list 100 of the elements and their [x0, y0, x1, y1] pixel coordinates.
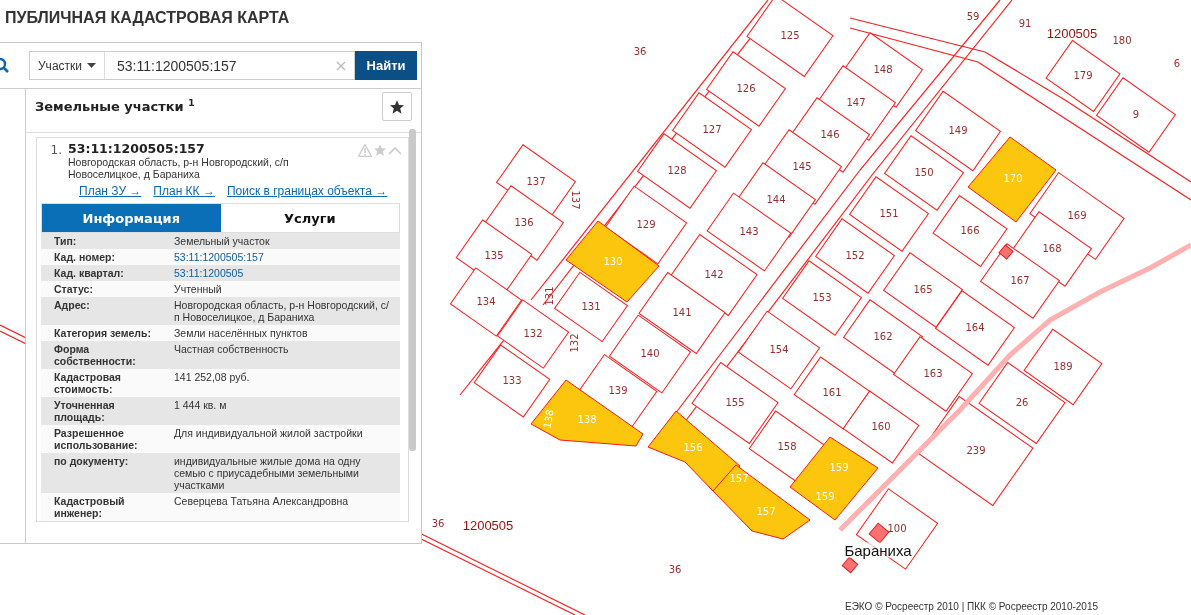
- parcel-number: 36: [431, 519, 445, 529]
- parcel-number: 59: [966, 12, 980, 22]
- parcel-number: 239: [966, 446, 986, 456]
- parcel-number: 136: [514, 218, 534, 228]
- tab[interactable]: Информация: [42, 204, 221, 232]
- app-title: ПУБЛИЧНАЯ КАДАСТРОВАЯ КАРТА: [5, 9, 290, 27]
- block-number: 1200505: [462, 518, 514, 532]
- parcel-number: 168: [1042, 244, 1062, 254]
- parcel-number: 161: [822, 388, 842, 398]
- parcel-number: 160: [871, 422, 891, 432]
- parcel-number: 167: [1010, 276, 1030, 286]
- parcel-number: 126: [736, 84, 756, 94]
- clear-icon[interactable]: [336, 60, 346, 71]
- parcel-number: 127: [702, 125, 722, 135]
- map-attribution: ЕЭКО © Росреестр 2010 | ПКК © Росреестр 2010-2015: [845, 601, 1099, 612]
- parcel-number: 141: [672, 308, 692, 318]
- parcel-number: 157: [756, 507, 776, 517]
- field-value: Частная собственность: [174, 343, 290, 357]
- field-value: 141 252,08 руб.: [174, 371, 251, 385]
- parcel-number: 129: [636, 220, 656, 230]
- star-icon: [389, 98, 405, 115]
- parcel-number: 148: [873, 65, 893, 75]
- parcel-number: 135: [484, 251, 504, 261]
- parcel-number: 169: [1067, 211, 1087, 221]
- parcel-number: 170: [1003, 174, 1023, 184]
- parcel-number: 180: [1112, 36, 1132, 46]
- block-number: 1200505: [1046, 26, 1098, 40]
- search-field[interactable]: 53:11:1200505:157: [105, 51, 355, 80]
- parcel-number: 143: [739, 227, 759, 237]
- building-icon: [998, 244, 1014, 260]
- parcel-number: 147: [846, 98, 866, 108]
- field-label: Категория земель:: [54, 327, 152, 339]
- parcel-number: 159: [829, 463, 849, 473]
- parcel-number: 155: [725, 398, 745, 408]
- place-name: Бараниха: [844, 542, 912, 558]
- field-label: Разрешенное использование:: [54, 427, 139, 451]
- field-link[interactable]: 53:11:1200505: [174, 267, 400, 279]
- parcel-number: 189: [1053, 362, 1073, 372]
- parcel-number: 91: [1018, 19, 1032, 29]
- parcel-number: 6: [1173, 59, 1181, 69]
- parcel-number: 145: [792, 162, 812, 172]
- scrollbar-thumb[interactable]: [409, 129, 416, 451]
- parcel-number: 138: [542, 408, 556, 430]
- parcel-number: 128: [667, 166, 687, 176]
- cadastral-number[interactable]: 53:11:1200505:157: [68, 141, 358, 156]
- field-label: Тип:: [54, 235, 78, 247]
- field-link[interactable]: 53:11:1200505:157: [174, 251, 400, 263]
- parcel-number: 144: [766, 195, 786, 205]
- search-icon[interactable]: [0, 57, 10, 74]
- parcel-number: 132: [523, 329, 543, 339]
- parcel-number: 36: [668, 565, 682, 575]
- parcel-number: 131: [545, 286, 555, 306]
- parcel-number: 156: [683, 443, 703, 453]
- parcel-number: 134: [476, 297, 496, 307]
- field-label: Адрес:: [54, 299, 91, 313]
- parcel-number: 162: [873, 332, 893, 342]
- plan-link[interactable]: План ЗУ →: [79, 184, 142, 198]
- field-value: 1 444 кв. м: [174, 399, 228, 413]
- field-value: Земли населённых пунктов: [174, 327, 309, 339]
- parcel-number: 179: [1073, 71, 1093, 81]
- parcel-number: 140: [640, 349, 660, 359]
- result-number: 1.: [49, 143, 63, 157]
- parcel-number: 131: [581, 302, 601, 312]
- star-icon[interactable]: [373, 143, 387, 157]
- type-dropdown[interactable]: Участки: [29, 51, 105, 80]
- results-heading: Земельные участки $^{1}$: [35, 98, 195, 115]
- parcel-number: 137: [526, 177, 546, 187]
- field-label: Кад. номер:: [54, 251, 116, 263]
- field-value: Северцева Татьяна Александровна: [174, 495, 350, 509]
- chevron-icon[interactable]: [388, 145, 402, 155]
- search-input[interactable]: 53:11:1200505:157: [117, 57, 336, 74]
- field-label: Форма собственности:: [54, 343, 137, 367]
- field-value: Учтенный: [174, 283, 223, 295]
- parcel-number: 26: [1015, 398, 1029, 408]
- field-label: по документу:: [54, 455, 130, 469]
- plan-link[interactable]: Поиск в границах объекта →: [226, 184, 388, 198]
- parcel-number: 152: [845, 251, 865, 261]
- field-value: Земельный участок: [174, 235, 271, 247]
- field-label: Кадастровая стоимость:: [54, 371, 122, 395]
- parcel-number: 149: [948, 126, 968, 136]
- caret-icon: [87, 63, 96, 68]
- parcel-number: 139: [608, 386, 628, 396]
- warning-icon[interactable]: [358, 143, 372, 157]
- field-value: Новгородская область, р-н Новгородский, с/п Новоселицкое, д Бараниха: [174, 299, 390, 323]
- search-button[interactable]: Найти: [355, 51, 417, 80]
- plan-link[interactable]: План КК →: [153, 184, 215, 198]
- parcel-number: 163: [923, 369, 943, 379]
- parcel-number: 142: [704, 270, 724, 280]
- parcel-number: 158: [777, 442, 797, 452]
- parcel-number: 154: [769, 345, 789, 355]
- parcel-number: 153: [812, 293, 832, 303]
- field-value: Для индивидуальной жилой застройки: [174, 427, 364, 441]
- parcel-number: 130: [603, 257, 623, 267]
- parcel-number: 159: [815, 492, 835, 502]
- field-label: Статус:: [54, 283, 94, 295]
- field-label: Кадастровый инженер:: [54, 495, 126, 519]
- parcel-number: 166: [960, 226, 980, 236]
- parcel-number: 150: [914, 168, 934, 178]
- parcel-number: 138: [577, 415, 597, 425]
- favorites-button[interactable]: [382, 92, 412, 121]
